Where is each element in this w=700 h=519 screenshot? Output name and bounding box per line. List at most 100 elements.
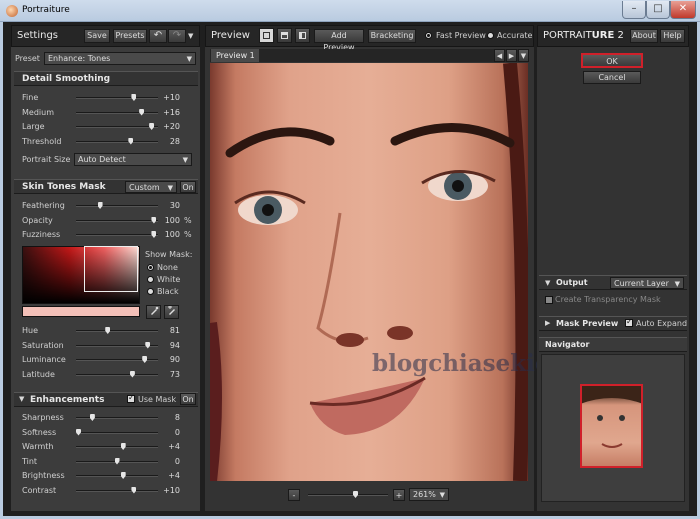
zoom-in-button[interactable]: +: [393, 489, 405, 501]
slider-track[interactable]: [76, 443, 158, 450]
show-mask-label: Show Mask:: [145, 250, 193, 259]
output-select[interactable]: Current Layer ▼: [610, 277, 684, 289]
slider-label: Tint: [22, 456, 38, 466]
output-value: Current Layer: [614, 279, 669, 288]
portrait-size-select[interactable]: Auto Detect ▼: [74, 153, 192, 166]
save-button[interactable]: Save: [84, 29, 110, 43]
bracketing-button[interactable]: Bracketing: [368, 29, 416, 43]
slider-label: Latitude: [22, 369, 55, 379]
slider-label: Softness: [22, 427, 57, 437]
portrait-size-value: Auto Detect: [78, 155, 126, 164]
slider-track[interactable]: [76, 428, 158, 436]
slider-label: Warmth: [22, 442, 54, 451]
chevron-down-icon: ▼: [182, 156, 188, 164]
add-preview-button[interactable]: Add Preview: [314, 29, 364, 52]
detail-smoothing-title: Detail Smoothing: [22, 74, 111, 84]
maximize-button[interactable]: □: [646, 1, 670, 19]
mask-option-radio[interactable]: [147, 288, 154, 295]
slider-track[interactable]: [76, 457, 158, 465]
slider-track[interactable]: [76, 356, 158, 363]
slider-value: 0: [174, 456, 180, 466]
zoom-out-button[interactable]: -: [288, 489, 300, 501]
slider-label: Hue: [22, 326, 39, 335]
chevron-right-icon[interactable]: ▶: [545, 319, 550, 327]
close-button[interactable]: ✕: [670, 1, 696, 19]
preset-value: Enhance: Tones: [48, 54, 111, 63]
skin-mode-select[interactable]: Custom ▼: [125, 181, 177, 193]
navigator-title: Navigator: [545, 340, 590, 349]
mask-preview-label: Mask Preview: [556, 319, 619, 328]
slider-value: +20: [163, 122, 180, 131]
mask-option-radio[interactable]: [147, 264, 154, 271]
help-button[interactable]: Help: [660, 29, 685, 43]
slider-value: 100: [164, 230, 180, 239]
slider-track[interactable]: [76, 108, 158, 116]
about-button[interactable]: About: [630, 29, 658, 43]
preset-select[interactable]: Enhance: Tones ▼: [44, 52, 196, 65]
chevron-right-icon[interactable]: ▶: [506, 49, 517, 62]
slider-label: Luminance: [22, 355, 66, 364]
presets-button[interactable]: Presets: [113, 29, 147, 43]
slider-track[interactable]: [76, 123, 158, 130]
slider-track[interactable]: [76, 216, 158, 224]
skin-on-toggle[interactable]: On: [180, 181, 196, 193]
app-icon: [6, 5, 18, 17]
preset-label: Preset: [15, 54, 40, 63]
zoom-value: 261%: [413, 490, 436, 499]
fast-preview-radio[interactable]: [425, 32, 432, 39]
preview-image[interactable]: [210, 63, 528, 481]
chevron-down-icon: ▼: [167, 184, 173, 192]
enhancements-on-toggle[interactable]: On: [180, 393, 196, 405]
eyedropper-icon[interactable]: [146, 305, 161, 319]
slider-track[interactable]: [76, 472, 158, 479]
color-selection-box[interactable]: [84, 246, 138, 292]
chevron-down-icon[interactable]: ▼: [545, 279, 550, 287]
slider-value: 100: [164, 215, 180, 225]
slider-label: Fuzziness: [22, 230, 61, 239]
use-mask-checkbox[interactable]: [127, 393, 135, 403]
slider-track[interactable]: [76, 137, 158, 145]
slider-track[interactable]: [76, 370, 158, 378]
slider-track[interactable]: [76, 341, 158, 349]
slider-track[interactable]: [76, 94, 158, 101]
slider-track[interactable]: [76, 327, 158, 334]
slider-value: +16: [163, 107, 180, 117]
window-title-bar: [0, 0, 700, 22]
eyedropper-plus-icon[interactable]: [164, 305, 179, 319]
single-view-icon[interactable]: [259, 28, 274, 43]
auto-expand-checkbox[interactable]: [625, 317, 633, 327]
ok-button[interactable]: OK: [581, 53, 643, 68]
zoom-slider[interactable]: [308, 491, 388, 498]
chevron-down-icon[interactable]: ▼: [188, 32, 193, 40]
undo-icon[interactable]: ↶: [149, 29, 167, 43]
slider-value: +10: [163, 485, 180, 495]
slider-track[interactable]: [76, 414, 158, 421]
slider-track[interactable]: [76, 231, 158, 238]
slider-value: +4: [168, 471, 180, 480]
chevron-left-icon[interactable]: ◀: [494, 49, 505, 62]
split-vertical-icon[interactable]: [295, 28, 310, 43]
slider-unit: %: [184, 230, 192, 239]
create-transparency-checkbox[interactable]: [545, 296, 553, 304]
slider-label: Threshold: [22, 136, 62, 146]
skin-mode-value: Custom: [129, 183, 160, 192]
chevron-down-icon[interactable]: ▼: [518, 49, 529, 62]
minimize-button[interactable]: –: [622, 1, 646, 19]
slider-track[interactable]: [76, 202, 158, 209]
redo-icon[interactable]: ↷: [168, 29, 186, 43]
tab-preview-1[interactable]: Preview 1: [211, 49, 259, 62]
chevron-down-icon[interactable]: ▼: [19, 395, 24, 403]
navigator-view-box[interactable]: [580, 384, 643, 468]
zoom-select[interactable]: 261% ▼: [409, 488, 449, 501]
accurate-radio[interactable]: [487, 32, 494, 39]
logo-text-b: URE: [591, 30, 615, 41]
split-horizontal-icon[interactable]: [277, 28, 292, 43]
slider-value: 81: [169, 326, 180, 335]
slider-track[interactable]: [76, 486, 158, 494]
mask-option-radio[interactable]: [147, 276, 154, 283]
chevron-down-icon: ▼: [674, 280, 680, 288]
slider-value: 73: [169, 369, 180, 379]
create-transparency-label: Create Transparency Mask: [555, 295, 661, 304]
cancel-button[interactable]: Cancel: [583, 71, 641, 84]
slider-value: 0: [174, 427, 180, 437]
